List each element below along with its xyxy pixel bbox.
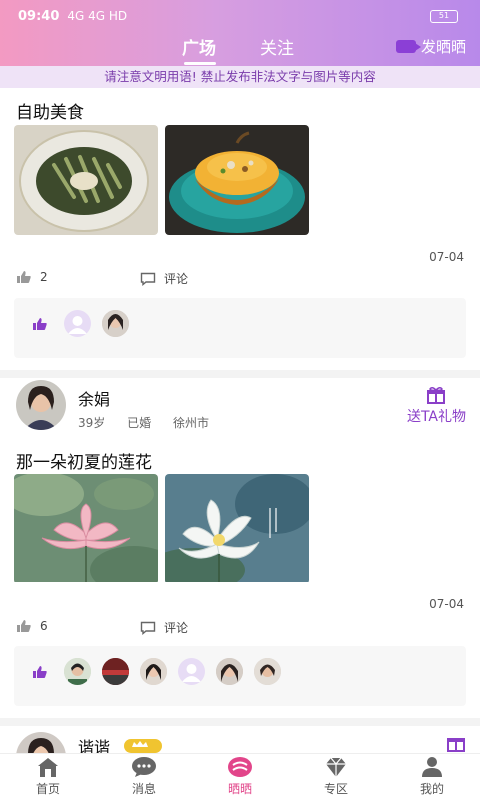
- bottom-navigation: 首页 消息 晒晒 专区 我的: [0, 753, 480, 800]
- like-count: 2: [40, 270, 48, 284]
- send-gift-button[interactable]: 送TA礼物: [407, 386, 466, 426]
- active-tab-indicator: [184, 62, 216, 65]
- liker-avatar[interactable]: [216, 658, 243, 685]
- comment-button[interactable]: 评论: [140, 619, 188, 636]
- send-gift-button[interactable]: [446, 734, 466, 753]
- post-photo[interactable]: [14, 474, 158, 584]
- status-bar: 09:40 4G 4G HD 51: [0, 0, 480, 32]
- nav-home[interactable]: 首页: [18, 756, 78, 797]
- user-avatar[interactable]: [16, 380, 66, 430]
- user-age: 39岁: [78, 416, 106, 430]
- feed-list[interactable]: 自助美食 07-04 2 评论 余娟 39岁 已婚 徐州市 送TA礼物 那一朵初…: [0, 88, 480, 753]
- share-icon: [228, 757, 252, 777]
- post-photo[interactable]: [165, 474, 309, 584]
- status-time: 09:40: [18, 8, 60, 24]
- vip-badge: [124, 739, 162, 753]
- comment-label: 评论: [164, 621, 189, 635]
- user-name[interactable]: 余娟: [78, 386, 110, 410]
- post-share-button[interactable]: 发晒晒: [395, 36, 466, 57]
- user-avatar[interactable]: [16, 732, 66, 753]
- like-button[interactable]: 2: [16, 270, 48, 284]
- likers-panel: [14, 298, 466, 358]
- message-icon: [132, 757, 156, 777]
- liker-avatar[interactable]: [102, 658, 129, 685]
- post-date: 07-04: [429, 597, 464, 611]
- liker-avatar[interactable]: [102, 310, 129, 337]
- thumbs-up-icon: [17, 271, 31, 283]
- liker-avatar[interactable]: [254, 658, 281, 685]
- video-camera-icon: [395, 40, 421, 53]
- tab-square[interactable]: 广场: [182, 34, 216, 59]
- user-city: 徐州市: [172, 416, 209, 430]
- liked-thumb-icon: [33, 318, 47, 330]
- thumbs-up-icon: [17, 620, 31, 632]
- post-divider: [0, 370, 480, 378]
- comment-icon: [140, 272, 156, 286]
- nav-profile-label: 我的: [419, 782, 444, 796]
- liker-avatar[interactable]: [140, 658, 167, 685]
- post-title: 自助美食: [16, 103, 84, 123]
- diamond-icon: [326, 757, 346, 777]
- nav-zone-label: 专区: [323, 782, 348, 796]
- like-count: 6: [40, 619, 48, 633]
- person-icon: [422, 757, 442, 777]
- nav-share[interactable]: 晒晒: [210, 756, 270, 797]
- like-button[interactable]: 6: [16, 619, 48, 633]
- nav-zone[interactable]: 专区: [306, 756, 366, 797]
- gift-icon: [447, 738, 465, 752]
- user-marital-status: 已婚: [127, 416, 152, 430]
- comment-button[interactable]: 评论: [140, 270, 188, 287]
- feed-tabs: 广场 关注 发晒晒: [0, 34, 480, 65]
- nav-home-label: 首页: [35, 782, 60, 796]
- user-meta: 39岁 已婚 徐州市: [78, 414, 227, 431]
- nav-messages-label: 消息: [131, 782, 156, 796]
- post-photo[interactable]: [165, 125, 309, 235]
- liker-avatar[interactable]: [64, 658, 91, 685]
- tab-follow[interactable]: 关注: [260, 34, 294, 59]
- post-divider: [0, 718, 480, 726]
- post-photo[interactable]: [14, 125, 158, 235]
- post-date: 07-04: [429, 250, 464, 264]
- send-gift-label: 送TA礼物: [406, 409, 466, 425]
- liker-avatar[interactable]: [64, 310, 91, 337]
- post-title: 那一朵初夏的莲花: [16, 453, 152, 473]
- comment-icon: [140, 621, 156, 635]
- nav-messages[interactable]: 消息: [114, 756, 174, 797]
- comment-label: 评论: [164, 272, 189, 286]
- likers-panel: [14, 646, 466, 706]
- user-name[interactable]: 谐谐: [78, 734, 110, 753]
- signal-indicator: 4G 4G HD: [67, 9, 128, 23]
- liked-thumb-icon: [33, 666, 47, 678]
- top-header: 09:40 4G 4G HD 51 广场 关注 发晒晒: [0, 0, 480, 66]
- home-icon: [38, 758, 58, 777]
- notice-banner: 请注意文明用语! 禁止发布非法文字与图片等内容: [0, 66, 480, 88]
- gift-icon: [427, 386, 446, 404]
- nav-profile[interactable]: 我的: [402, 756, 462, 797]
- battery-icon: 51: [430, 10, 458, 23]
- nav-share-label: 晒晒: [227, 782, 252, 796]
- post-share-label: 发晒晒: [420, 38, 466, 56]
- liker-avatar[interactable]: [178, 658, 205, 685]
